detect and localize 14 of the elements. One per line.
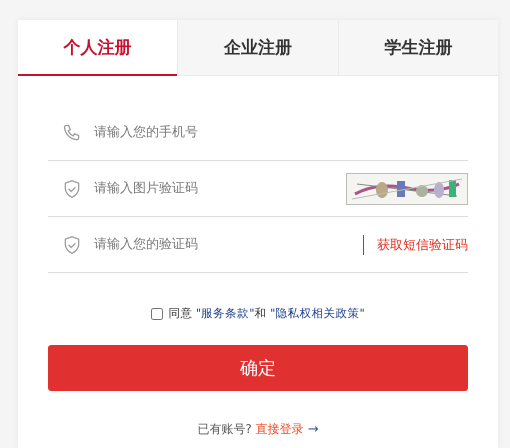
agree-checkbox[interactable] — [151, 308, 164, 320]
login-link[interactable]: 直接登录 — [256, 421, 304, 438]
get-sms-code-button[interactable]: 获取短信验证码 — [363, 234, 468, 254]
submit-button[interactable]: 确定 — [48, 345, 468, 391]
register-tab[interactable]: 个人注册 — [18, 20, 178, 76]
arrow-glyph: → — [308, 422, 319, 437]
shield-check-icon — [62, 178, 82, 200]
account-prompt: 已有账号? — [197, 421, 252, 438]
agreement-text: 同意 "服务条款"和 "隐私权相关政策" — [168, 306, 365, 321]
policy-link[interactable]: "服务条款" — [196, 306, 254, 320]
register-tab[interactable]: 学生注册 — [338, 20, 498, 76]
register-tab[interactable]: 企业注册 — [177, 20, 338, 76]
shield-check-icon — [62, 234, 82, 256]
policy-link[interactable]: "隐私权相关政策" — [270, 306, 365, 320]
